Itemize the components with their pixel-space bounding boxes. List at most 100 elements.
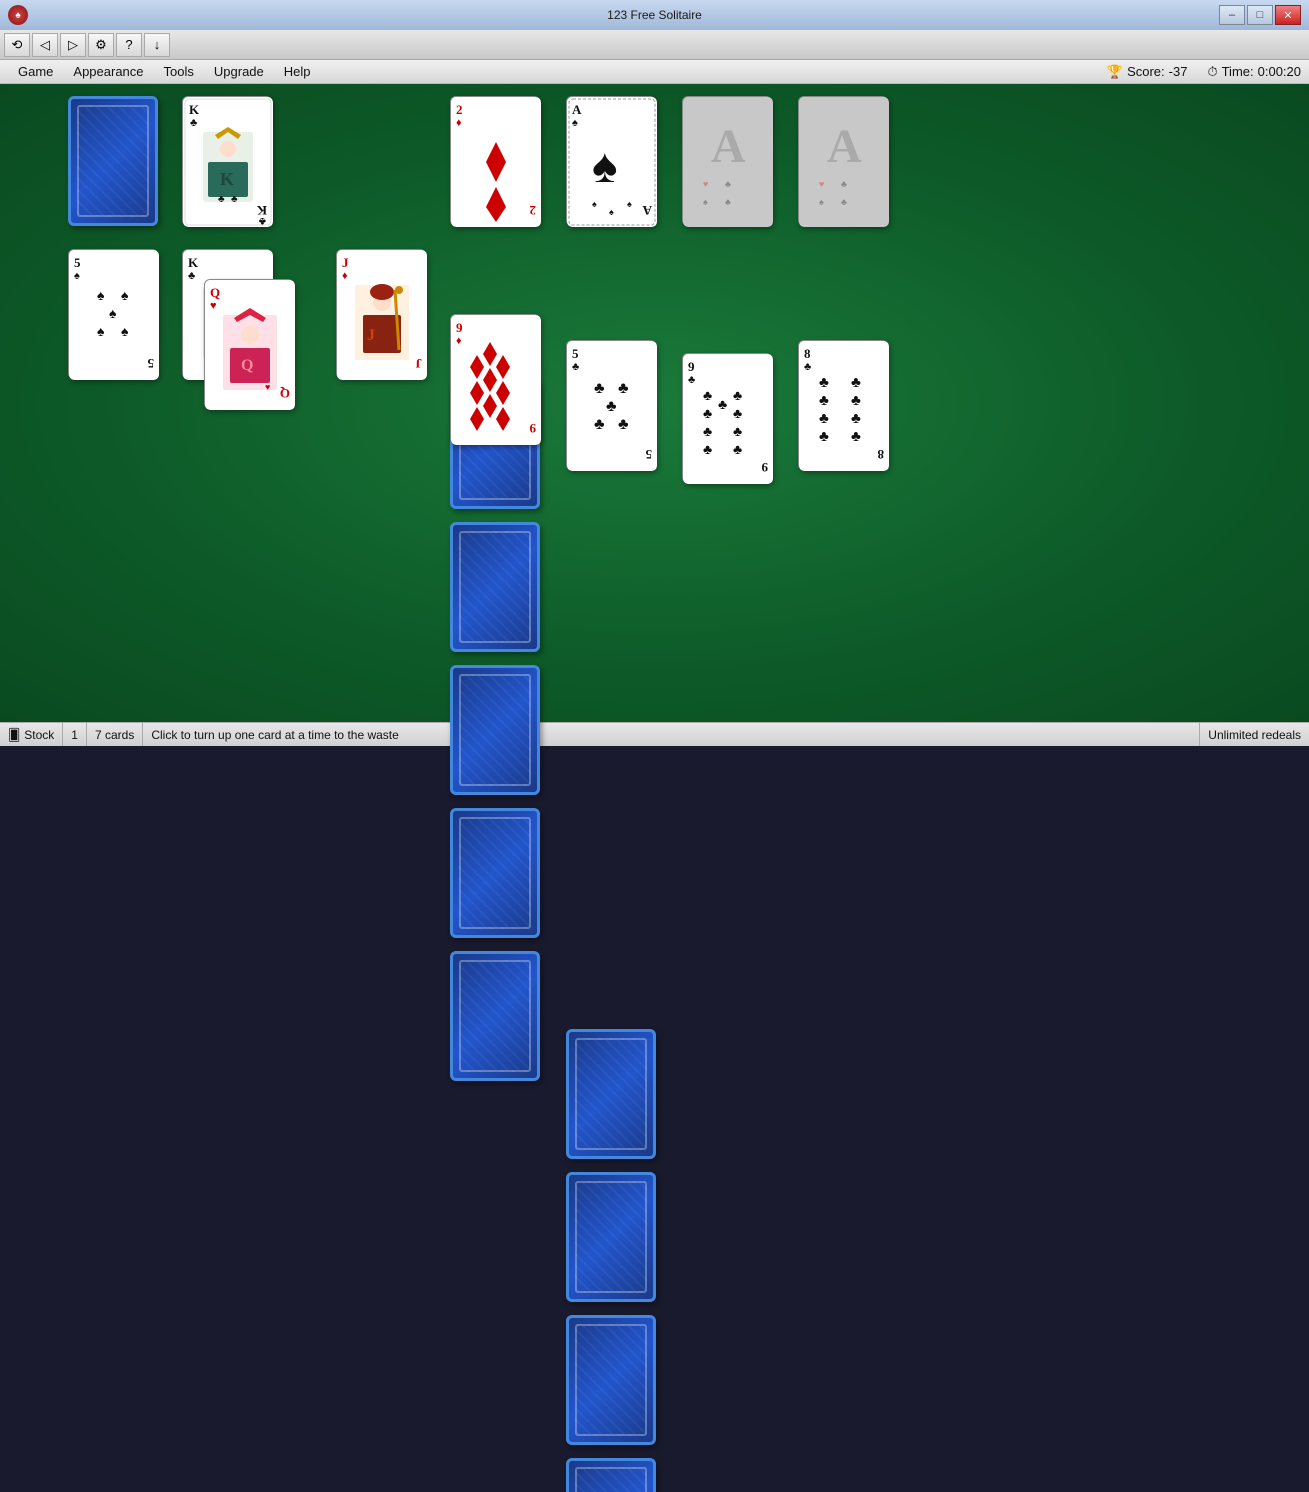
tableau-col-5-top[interactable]: 5 ♣ 5 ♣ ♣ ♣ ♣ ♣ bbox=[566, 340, 656, 470]
svg-text:♠: ♠ bbox=[109, 307, 117, 322]
svg-text:♣: ♣ bbox=[841, 197, 847, 207]
toolbar-btn-help[interactable]: ? bbox=[116, 33, 142, 57]
hud-container: 🏆 Score: -37 ⏱ Time: 0:00:20 bbox=[1107, 64, 1301, 80]
status-area: Stock bbox=[24, 728, 54, 742]
svg-text:♣: ♣ bbox=[618, 380, 629, 397]
time-display: ⏱ Time: 0:00:20 bbox=[1207, 64, 1301, 80]
tableau-col-5-back-3 bbox=[566, 1315, 656, 1445]
svg-text:♣: ♣ bbox=[688, 374, 695, 386]
game-area[interactable]: K ♣ K ♣ ♣ ♣ K 2 ♦ 2 bbox=[0, 84, 1309, 722]
status-count: 1 bbox=[63, 723, 87, 746]
close-button[interactable]: ✕ bbox=[1275, 5, 1301, 25]
svg-text:Q: Q bbox=[280, 386, 290, 401]
toolbar-btn-back[interactable]: ◁ bbox=[32, 33, 58, 57]
svg-text:♣: ♣ bbox=[819, 393, 829, 409]
svg-text:♠: ♠ bbox=[609, 207, 614, 217]
score-value: -37 bbox=[1169, 64, 1188, 79]
tableau-col-2-queen[interactable]: Q ♥ Q Q ♥ bbox=[204, 279, 294, 409]
svg-text:♣: ♣ bbox=[618, 416, 629, 433]
svg-text:♣: ♣ bbox=[606, 398, 617, 415]
status-redeals: Unlimited redeals bbox=[1200, 723, 1309, 746]
score-icon: 🏆 bbox=[1107, 64, 1123, 80]
stock-pile[interactable] bbox=[68, 96, 158, 226]
clock-icon: ⏱ bbox=[1207, 64, 1217, 80]
minimize-button[interactable]: – bbox=[1219, 5, 1245, 25]
tableau-col-4-back-3 bbox=[450, 665, 540, 795]
menu-help[interactable]: Help bbox=[274, 60, 321, 83]
svg-text:♠: ♠ bbox=[627, 199, 632, 209]
tableau-col-5-back-1 bbox=[566, 1029, 656, 1159]
svg-text:♣: ♣ bbox=[703, 407, 712, 422]
score-label: Score: bbox=[1127, 64, 1165, 79]
tableau-col-7-top[interactable]: 8 ♣ 8 ♣ ♣ ♣ ♣ ♣ ♣ ♣ ♣ bbox=[798, 340, 888, 470]
foundation-2-diamonds[interactable]: 2 ♦ 2 bbox=[450, 96, 540, 226]
svg-text:♣: ♣ bbox=[703, 443, 712, 458]
svg-text:♣: ♣ bbox=[819, 411, 829, 427]
foundation-empty-2[interactable]: A ♥ ♣ ♠ ♣ bbox=[798, 96, 888, 226]
svg-text:A: A bbox=[711, 120, 746, 173]
svg-text:♣: ♣ bbox=[733, 407, 742, 422]
svg-text:♣: ♣ bbox=[218, 194, 225, 205]
tableau-col-4-back-4 bbox=[450, 808, 540, 938]
svg-text:♣: ♣ bbox=[851, 393, 861, 409]
svg-text:♣: ♣ bbox=[703, 425, 712, 440]
svg-text:8: 8 bbox=[877, 447, 884, 462]
svg-text:♣: ♣ bbox=[594, 380, 605, 397]
svg-text:K: K bbox=[188, 255, 199, 270]
svg-text:♣: ♣ bbox=[733, 425, 742, 440]
menu-game[interactable]: Game bbox=[8, 60, 63, 83]
tableau-col-4-back-5 bbox=[450, 951, 540, 1081]
tableau-col-4-back-2 bbox=[450, 522, 540, 652]
toolbar-btn-settings[interactable]: ⚙ bbox=[88, 33, 114, 57]
menu-appearance[interactable]: Appearance bbox=[63, 60, 153, 83]
svg-text:♣: ♣ bbox=[851, 429, 861, 445]
svg-text:♥: ♥ bbox=[265, 382, 270, 392]
svg-text:♣: ♣ bbox=[259, 215, 266, 227]
window-title: 123 Free Solitaire bbox=[607, 8, 702, 22]
status-hint: Click to turn up one card at a time to t… bbox=[143, 723, 1200, 746]
title-bar-left: ♠ bbox=[8, 5, 28, 25]
svg-text:J: J bbox=[367, 327, 375, 344]
menu-tools[interactable]: Tools bbox=[154, 60, 204, 83]
svg-text:♠: ♠ bbox=[97, 289, 105, 304]
svg-text:♣: ♣ bbox=[594, 416, 605, 433]
time-label: Time: bbox=[1222, 64, 1254, 79]
svg-text:♣: ♣ bbox=[733, 389, 742, 404]
svg-text:K: K bbox=[220, 169, 234, 189]
svg-text:♣: ♣ bbox=[188, 270, 195, 282]
menu-bar: Game Appearance Tools Upgrade Help 🏆 Sco… bbox=[0, 60, 1309, 84]
tableau-col-5-back-4 bbox=[566, 1458, 656, 1492]
svg-text:♥: ♥ bbox=[703, 179, 708, 189]
toolbar-btn-more[interactable]: ↓ bbox=[144, 33, 170, 57]
svg-text:5: 5 bbox=[572, 346, 579, 361]
waste-top-card[interactable]: K ♣ K ♣ ♣ ♣ K bbox=[182, 96, 272, 226]
svg-text:9: 9 bbox=[456, 320, 463, 335]
svg-text:A: A bbox=[827, 120, 862, 173]
foundation-empty-1[interactable]: A ♥ ♣ ♠ ♣ bbox=[682, 96, 772, 226]
svg-text:♠: ♠ bbox=[703, 197, 708, 207]
svg-text:♣: ♣ bbox=[725, 197, 731, 207]
svg-text:♠: ♠ bbox=[97, 325, 105, 340]
svg-text:9: 9 bbox=[761, 460, 768, 475]
svg-text:Q: Q bbox=[210, 285, 220, 300]
toolbar: ⟲ ◁ ▷ ⚙ ? ↓ bbox=[0, 30, 1309, 60]
svg-text:5: 5 bbox=[147, 356, 154, 371]
svg-text:♣: ♣ bbox=[851, 411, 861, 427]
tableau-col-3-jack[interactable]: J ♦ J J bbox=[336, 249, 426, 379]
tableau-col-6-top[interactable]: 9 ♣ 9 ♣ ♣ ♣ ♣ ♣ ♣ ♣ ♣ ♣ bbox=[682, 353, 772, 483]
svg-text:♦: ♦ bbox=[456, 335, 462, 347]
svg-text:2: 2 bbox=[456, 102, 463, 117]
window-controls: – □ ✕ bbox=[1219, 5, 1301, 25]
status-cards: 7 cards bbox=[87, 723, 143, 746]
toolbar-btn-undo[interactable]: ⟲ bbox=[4, 33, 30, 57]
svg-text:♣: ♣ bbox=[841, 179, 847, 189]
tableau-col-1[interactable]: 5 ♠ 5 ♠ ♠ ♠ ♠ ♠ bbox=[68, 249, 158, 379]
tableau-col-4-top[interactable]: 9 ♦ 9 bbox=[450, 314, 540, 444]
svg-text:♣: ♣ bbox=[718, 398, 727, 413]
svg-text:♠: ♠ bbox=[592, 199, 597, 209]
svg-text:♥: ♥ bbox=[819, 179, 824, 189]
toolbar-btn-forward[interactable]: ▷ bbox=[60, 33, 86, 57]
menu-upgrade[interactable]: Upgrade bbox=[204, 60, 274, 83]
maximize-button[interactable]: □ bbox=[1247, 5, 1273, 25]
foundation-ace-spades[interactable]: A ♠ A ♠ ♠ ♠ ♠ bbox=[566, 96, 656, 226]
